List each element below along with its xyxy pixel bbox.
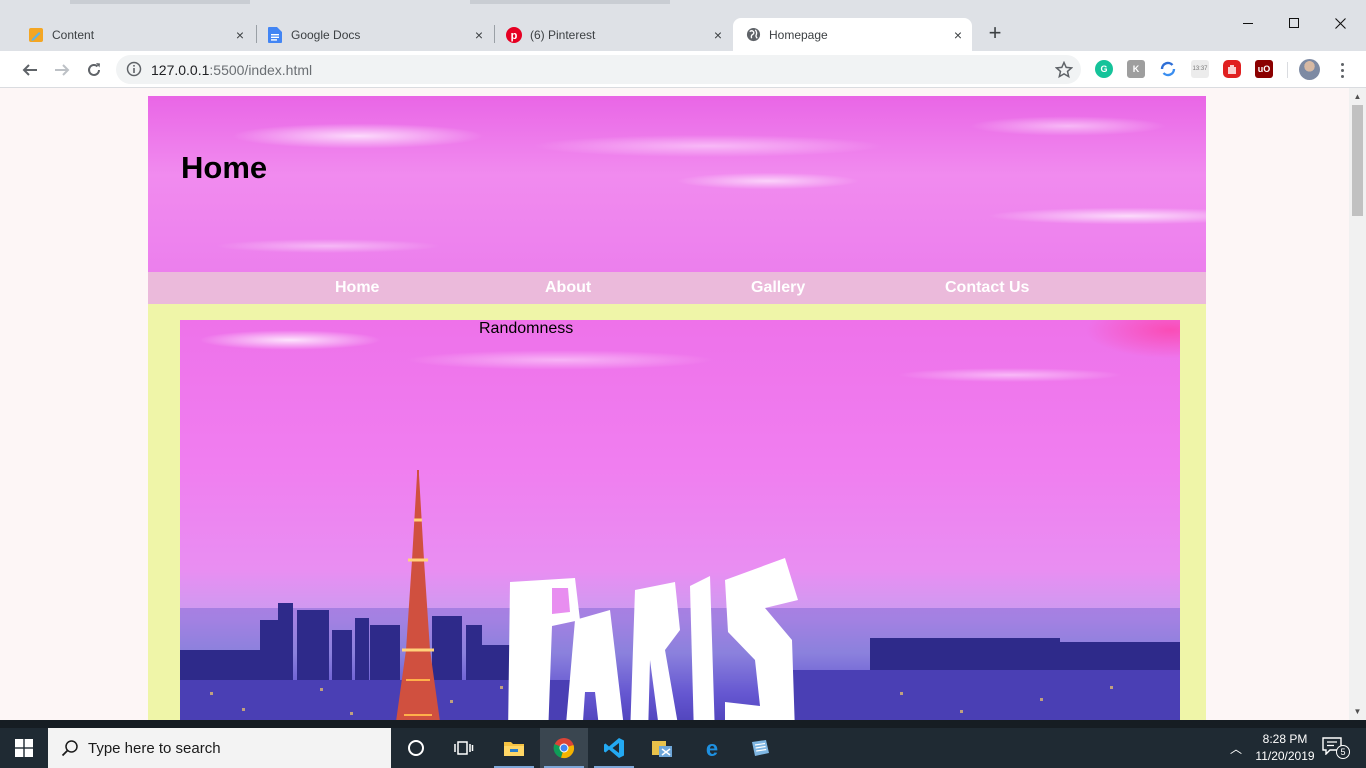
ublock-icon[interactable]: uO xyxy=(1255,60,1273,78)
cortana-icon[interactable] xyxy=(392,728,440,768)
notification-count-badge: 5 xyxy=(1336,745,1350,759)
tab-title: Homepage xyxy=(769,27,828,42)
tab-homepage[interactable]: Homepage × xyxy=(733,18,972,51)
bookmark-star-icon[interactable] xyxy=(1055,61,1073,79)
paris-hero-image: Randomness xyxy=(180,320,1180,720)
reload-button[interactable] xyxy=(80,56,108,84)
forward-button[interactable] xyxy=(48,56,76,84)
file-explorer-icon[interactable] xyxy=(490,728,538,768)
page-title: Home xyxy=(181,150,268,185)
url-text[interactable]: 127.0.0.1:5500/index.html xyxy=(151,62,312,78)
search-icon xyxy=(61,740,78,757)
tab-title: (6) Pinterest xyxy=(530,27,596,42)
site-header: Home xyxy=(148,96,1206,272)
task-view-icon[interactable] xyxy=(440,728,488,768)
windows-logo-icon xyxy=(15,739,33,757)
tab-title: Google Docs xyxy=(291,27,361,42)
clock-extension-icon[interactable]: 13:37 xyxy=(1191,60,1209,78)
google-docs-icon xyxy=(267,26,283,43)
nav-link-contact-us[interactable]: Contact Us xyxy=(945,279,1029,297)
adblock-icon[interactable] xyxy=(1223,60,1241,78)
tab-row-hint xyxy=(70,0,250,4)
paris-skyline-illustration xyxy=(180,470,1180,720)
close-icon[interactable]: × xyxy=(230,25,250,45)
app-icon[interactable] xyxy=(638,728,686,768)
menu-icon[interactable] xyxy=(1334,59,1350,81)
scroll-up-icon[interactable]: ▲ xyxy=(1349,88,1366,105)
scrollbar-thumb[interactable] xyxy=(1352,105,1363,216)
page-scrollbar[interactable]: ▲ ▼ xyxy=(1349,88,1366,720)
clock-date: 11/20/2019 xyxy=(1255,749,1315,763)
grammarly-icon[interactable]: G xyxy=(1095,60,1113,78)
chevron-up-icon[interactable]: ︿ xyxy=(1228,740,1244,756)
pencil-icon xyxy=(28,27,44,43)
clock-time: 8:28 PM xyxy=(1262,732,1308,746)
globe-icon xyxy=(745,27,761,43)
reload-icon xyxy=(88,63,100,76)
page-viewport: Home Home About Gallery Contact Us Rando… xyxy=(0,88,1349,720)
notepad-icon[interactable] xyxy=(736,728,784,768)
windows-taskbar: Type here to search e ︿ 8:28 PM 11/20/20… xyxy=(0,720,1366,768)
nav-link-home[interactable]: Home xyxy=(335,279,379,297)
svg-text:e: e xyxy=(706,737,718,759)
extension-icon[interactable]: K xyxy=(1127,60,1145,78)
close-window-button[interactable] xyxy=(1317,0,1363,46)
minimize-button[interactable] xyxy=(1225,0,1271,46)
nav-link-gallery[interactable]: Gallery xyxy=(751,279,805,297)
tab-content[interactable]: Content × xyxy=(16,18,254,51)
vscode-icon[interactable] xyxy=(590,728,638,768)
taskbar-clock[interactable]: 8:28 PM 11/20/2019 xyxy=(1252,731,1318,765)
nav-link-about[interactable]: About xyxy=(545,279,591,297)
arrow-right-icon xyxy=(55,64,70,76)
windows-start-button[interactable] xyxy=(0,728,48,768)
taskbar-edge xyxy=(0,720,1366,728)
url-host: 127.0.0.1 xyxy=(151,62,210,78)
browser-toolbar: 127.0.0.1:5500/index.html G K 13:37 uO xyxy=(0,51,1366,88)
scroll-down-icon[interactable]: ▼ xyxy=(1349,703,1366,720)
close-icon[interactable]: × xyxy=(469,25,489,45)
edge-icon[interactable]: e xyxy=(688,728,736,768)
sync-icon[interactable] xyxy=(1159,60,1177,78)
site-nav: Home About Gallery Contact Us xyxy=(148,272,1206,304)
tab-pinterest[interactable]: p (6) Pinterest × xyxy=(494,18,732,51)
url-path: :5500/index.html xyxy=(209,62,313,78)
hero-caption: Randomness xyxy=(479,320,574,337)
new-tab-button[interactable]: + xyxy=(983,22,1007,46)
address-bar[interactable]: 127.0.0.1:5500/index.html xyxy=(116,55,1081,84)
close-icon[interactable]: × xyxy=(948,25,968,45)
chrome-icon[interactable] xyxy=(540,728,588,768)
maximize-button[interactable] xyxy=(1271,0,1317,46)
main-content: Randomness xyxy=(148,304,1206,720)
toolbar-separator xyxy=(1287,62,1288,78)
back-button[interactable] xyxy=(16,56,44,84)
pinterest-icon: p xyxy=(506,26,522,43)
action-center-button[interactable]: 5 xyxy=(1322,737,1350,759)
avatar[interactable] xyxy=(1299,59,1320,80)
arrow-left-icon xyxy=(22,64,37,76)
site-container: Home Home About Gallery Contact Us Rando… xyxy=(148,96,1206,720)
info-icon[interactable] xyxy=(126,61,142,77)
tab-strip: Content × Google Docs × p (6) Pinterest … xyxy=(0,0,1366,51)
tab-google-docs[interactable]: Google Docs × xyxy=(255,18,493,51)
tab-row-hint xyxy=(470,0,670,4)
taskbar-search-input[interactable]: Type here to search xyxy=(48,728,391,768)
tab-title: Content xyxy=(52,27,95,42)
search-placeholder: Type here to search xyxy=(88,739,221,757)
close-icon[interactable]: × xyxy=(708,25,728,45)
svg-text:p: p xyxy=(511,30,518,42)
